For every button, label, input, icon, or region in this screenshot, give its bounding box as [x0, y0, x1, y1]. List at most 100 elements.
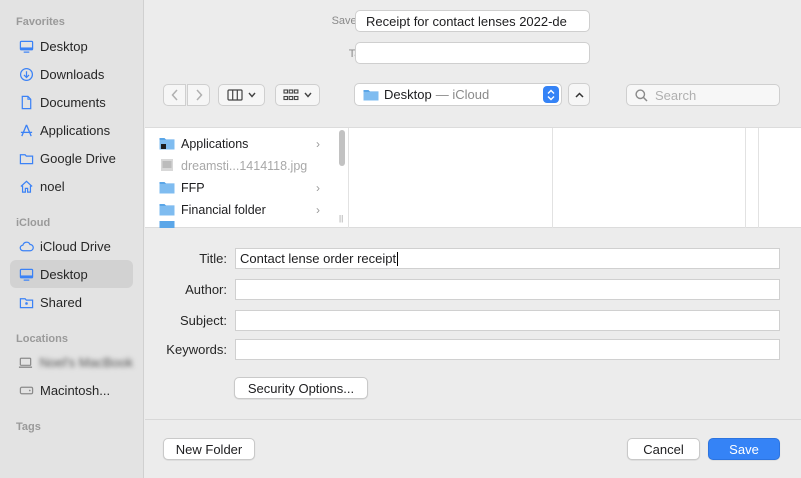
columns-view-icon — [227, 89, 243, 101]
sidebar-item-computer[interactable]: Noel's MacBook — [10, 348, 133, 376]
title-input[interactable]: Contact lense order receipt — [235, 248, 780, 269]
view-mode-button[interactable] — [218, 84, 265, 106]
sidebar-item-label: noel — [40, 178, 65, 194]
file-row[interactable]: Applications › — [159, 133, 324, 155]
file-row[interactable]: FFP › — [159, 177, 324, 199]
sidebar-item-label: Macintosh... — [40, 382, 111, 398]
tags-input[interactable] — [355, 42, 590, 64]
shared-folder-icon — [18, 294, 34, 310]
folder-icon — [18, 150, 34, 166]
sidebar-section-favorites: Favorites — [16, 16, 65, 28]
column-resize-handle[interactable]: || — [339, 214, 343, 223]
chevron-up-icon — [574, 91, 584, 98]
keywords-input[interactable] — [235, 339, 780, 360]
folder-icon — [363, 88, 379, 101]
chevron-right-icon — [195, 89, 203, 101]
file-row[interactable]: Financial folder › — [159, 199, 324, 221]
grid-icon — [283, 89, 299, 101]
folder-icon — [159, 202, 175, 219]
folder-icon — [159, 180, 175, 197]
sidebar-item-noel[interactable]: noel — [10, 172, 133, 200]
security-options-button[interactable]: Security Options... — [234, 377, 368, 399]
applications-icon — [18, 122, 34, 138]
desktop-icon — [18, 38, 34, 54]
disk-icon — [18, 382, 34, 398]
save-as-input[interactable]: Receipt for contact lenses 2022-de — [355, 10, 590, 32]
sidebar-item-label: Desktop — [40, 38, 88, 54]
sidebar-item-icloud-drive[interactable]: iCloud Drive — [10, 232, 133, 260]
sidebar-item-downloads[interactable]: Downloads — [10, 60, 133, 88]
column-divider — [745, 128, 746, 228]
title-label: Title: — [199, 251, 227, 266]
sidebar-section-locations: Locations — [16, 333, 68, 345]
search-placeholder: Search — [655, 87, 697, 103]
updown-arrow-icon — [543, 86, 559, 103]
text-cursor — [397, 251, 399, 266]
app-folder-icon — [159, 136, 175, 153]
sidebar-item-icloud-desktop[interactable]: Desktop — [10, 260, 133, 288]
file-row-partial — [159, 221, 324, 228]
search-icon — [635, 88, 648, 102]
column-divider — [758, 128, 759, 228]
sidebar-item-label: Downloads — [40, 66, 105, 82]
file-name: Financial folder — [181, 203, 266, 217]
scroll-thumb[interactable] — [339, 130, 345, 166]
file-browser: Applications › dreamsti...1414118.jpg FF… — [145, 127, 801, 228]
sidebar-item-label: Desktop — [40, 266, 88, 282]
sidebar-item-label: Applications — [40, 122, 111, 138]
sidebar-item-macintosh[interactable]: Macintosh... — [10, 376, 133, 404]
chevron-left-icon — [170, 89, 179, 101]
author-label: Author: — [185, 282, 227, 297]
downloads-icon — [18, 66, 34, 82]
folder-icon — [159, 221, 175, 228]
sidebar-item-label: Noel's MacBook — [39, 354, 133, 370]
sidebar-item-desktop[interactable]: Desktop — [10, 32, 133, 60]
sidebar-item-label: Google Drive — [40, 150, 116, 166]
file-name: Applications — [181, 137, 249, 151]
collapse-button[interactable] — [568, 83, 590, 106]
save-button[interactable]: Save — [708, 438, 780, 460]
keywords-label: Keywords: — [166, 342, 227, 357]
chevron-down-icon — [248, 92, 256, 98]
location-suffix: — iCloud — [435, 87, 490, 102]
sidebar: Favorites Desktop Downloads Documents Ap… — [0, 0, 144, 478]
save-dialog-main: Save As: Receipt for contact lenses 2022… — [145, 0, 801, 478]
author-input[interactable] — [235, 279, 780, 300]
sidebar-item-label: Documents — [40, 94, 106, 110]
column-scrollbar[interactable]: || — [337, 128, 347, 228]
subject-input[interactable] — [235, 310, 780, 331]
back-button[interactable] — [163, 84, 186, 106]
location-popup[interactable]: Desktop — iCloud — [354, 83, 562, 106]
file-name: dreamsti...1414118.jpg — [181, 159, 308, 173]
file-name: FFP — [181, 181, 205, 195]
sidebar-item-google-drive[interactable]: Google Drive — [10, 144, 133, 172]
file-row[interactable]: dreamsti...1414118.jpg — [159, 155, 324, 177]
sidebar-item-applications[interactable]: Applications — [10, 116, 133, 144]
column-divider — [348, 128, 349, 228]
sidebar-item-label: iCloud Drive — [40, 238, 111, 254]
subject-label: Subject: — [180, 313, 227, 328]
desktop-icon — [18, 266, 34, 282]
group-button[interactable] — [275, 84, 320, 106]
sidebar-item-documents[interactable]: Documents — [10, 88, 133, 116]
laptop-icon — [18, 354, 33, 370]
image-file-icon — [159, 158, 175, 175]
sidebar-section-icloud: iCloud — [16, 217, 51, 229]
sidebar-section-tags: Tags — [16, 421, 41, 433]
forward-button[interactable] — [187, 84, 210, 106]
cloud-icon — [18, 238, 34, 254]
search-field[interactable]: Search — [626, 84, 780, 106]
sidebar-item-label: Shared — [40, 294, 82, 310]
chevron-down-icon — [304, 92, 312, 98]
cancel-button[interactable]: Cancel — [627, 438, 700, 460]
documents-icon — [18, 94, 34, 110]
chevron-right-icon: › — [316, 181, 320, 195]
chevron-right-icon: › — [316, 203, 320, 217]
sidebar-item-shared[interactable]: Shared — [10, 288, 133, 316]
column-divider — [552, 128, 553, 228]
home-icon — [18, 178, 34, 194]
footer-divider — [145, 419, 801, 420]
title-value: Contact lense order receipt — [240, 251, 397, 266]
chevron-right-icon: › — [316, 137, 320, 151]
new-folder-button[interactable]: New Folder — [163, 438, 255, 460]
